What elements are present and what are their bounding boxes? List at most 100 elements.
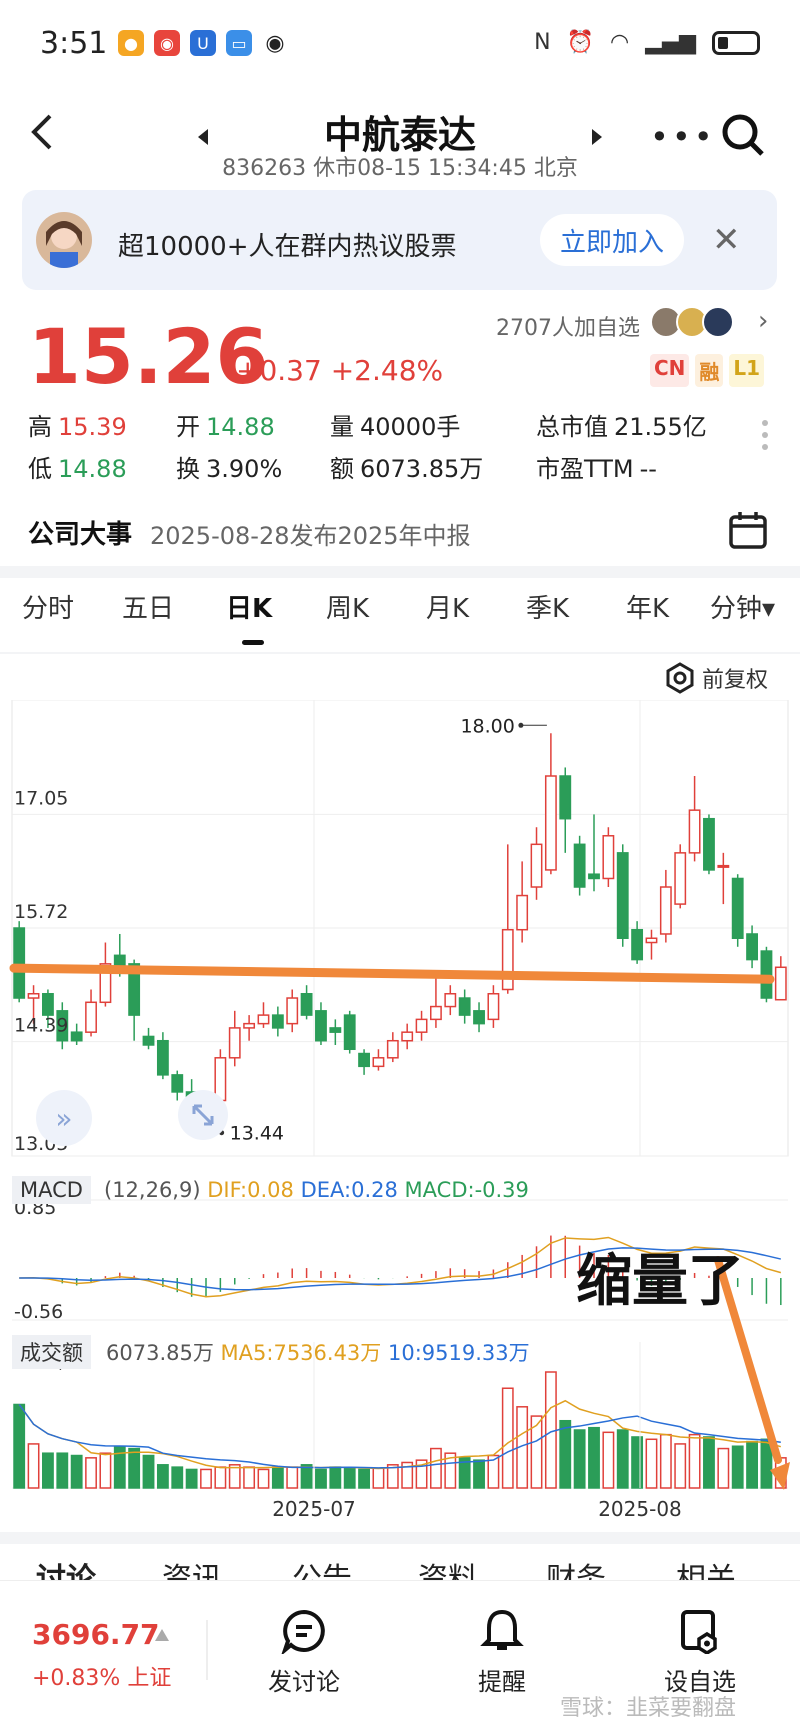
candle — [243, 1022, 256, 1029]
volume-bar — [315, 1468, 327, 1489]
candle — [458, 997, 471, 1016]
annotation-text: 缩量了 — [576, 1249, 744, 1314]
max-marker-dot — [518, 722, 524, 728]
volume-label[interactable]: 成交额 — [12, 1335, 91, 1369]
tab-quarterly-k[interactable]: 季K — [526, 588, 569, 625]
macd-label[interactable]: MACD — [12, 1176, 91, 1204]
watchlist-icon — [681, 1610, 717, 1654]
candle — [286, 997, 299, 1025]
stat-amount: 额 6073.85万 — [330, 455, 484, 483]
calendar-icon[interactable] — [728, 510, 768, 550]
alarm-icon: ⏰ — [566, 30, 595, 55]
tab-yearly-k[interactable]: 年K — [626, 588, 669, 625]
watchers-count[interactable]: 2707人加自选 — [496, 310, 640, 342]
app-u-icon: U — [190, 30, 216, 56]
macd-dea: DEA:0.28 — [300, 1178, 398, 1202]
active-tab-indicator — [242, 640, 264, 645]
candle — [343, 1014, 356, 1051]
volume-bar — [588, 1426, 600, 1489]
tab-discussion[interactable]: 讨论 — [36, 1554, 96, 1580]
status-bar: 3:51 ● ◉ U ▭ ◉ N ⏰ ◠ ▂▄▆ — [0, 0, 800, 90]
next-stock-icon[interactable] — [590, 128, 604, 146]
close-icon[interactable]: ✕ — [712, 220, 741, 260]
volume-bar — [329, 1466, 342, 1489]
gear-icon — [666, 662, 694, 694]
weibo-icon: ◉ — [154, 30, 180, 56]
volume-bar — [142, 1454, 155, 1489]
avatar — [702, 306, 734, 338]
chevron-right-icon[interactable]: › — [758, 306, 768, 336]
volume-bar — [717, 1447, 730, 1489]
tab-related[interactable]: 相关 — [676, 1554, 736, 1580]
alert-button[interactable]: 提醒 — [442, 1608, 562, 1697]
volume-bar — [200, 1468, 212, 1489]
volume-bar — [559, 1419, 572, 1489]
tab-5day[interactable]: 五日 — [122, 588, 174, 625]
candle — [430, 1005, 442, 1021]
join-group-button[interactable]: 立即加入 — [540, 214, 684, 266]
post-discussion-label: 发讨论 — [268, 1668, 340, 1696]
candle — [156, 1039, 169, 1076]
volume-bar — [214, 1466, 227, 1489]
eye-icon: ◉ — [262, 30, 288, 56]
tag-cn: CN — [650, 354, 690, 387]
candle — [516, 894, 529, 931]
tab-minute[interactable]: 分钟▾ — [710, 588, 775, 625]
event-text[interactable]: 2025-08-28发布2025年中报 — [150, 516, 471, 551]
tab-daily-k[interactable]: 日K — [226, 588, 272, 625]
adjust-label: 前复权 — [702, 668, 769, 693]
tab-finance[interactable]: 财务 — [546, 1554, 606, 1580]
candle — [257, 1014, 270, 1025]
volume-bar — [473, 1459, 485, 1489]
volume-bar — [286, 1466, 299, 1489]
chat-bubble-icon — [281, 1609, 325, 1654]
candle — [444, 993, 457, 1008]
candle — [13, 927, 26, 999]
tab-profile[interactable]: 资料 — [418, 1554, 478, 1580]
expand-chart-icon[interactable]: » — [36, 1090, 92, 1146]
macd-tick-label: -0.56 — [14, 1301, 63, 1323]
search-icon[interactable] — [720, 112, 766, 158]
volume-bar — [616, 1429, 629, 1489]
adjust-button[interactable]: 前复权 — [664, 662, 768, 694]
fullscreen-icon[interactable] — [178, 1090, 228, 1140]
volume-bar — [746, 1440, 758, 1489]
more-icon[interactable]: ••• — [650, 118, 716, 156]
annotation-line — [9, 963, 775, 984]
volume-ma5: MA5:7536.43万 — [220, 1341, 382, 1365]
add-watchlist-button[interactable]: 设自选 — [640, 1608, 760, 1697]
tab-news[interactable]: 资讯 — [162, 1554, 222, 1580]
candle — [746, 933, 758, 961]
volume-bar — [13, 1403, 26, 1489]
volume-bar — [645, 1438, 658, 1489]
max-price-label: 18.00 — [460, 715, 514, 737]
candlestick-chart[interactable]: 18.3917.0515.7214.3913.0518.0013.44 0.85… — [0, 700, 800, 1540]
candle — [70, 1031, 83, 1042]
tab-announcements[interactable]: 公告 — [292, 1554, 352, 1580]
expand-stats-icon[interactable] — [762, 420, 770, 456]
stat-turnover: 换 3.90% — [176, 455, 283, 483]
candle — [602, 835, 615, 880]
status-time: 3:51 — [40, 26, 108, 61]
notification-icons: ● ◉ U ▭ ◉ — [118, 30, 288, 56]
y-tick-label: 15.72 — [14, 901, 68, 923]
section-divider — [0, 566, 800, 578]
post-discussion-button[interactable]: 发讨论 — [244, 1608, 364, 1697]
tag-l1: L1 — [729, 354, 765, 387]
index-value[interactable]: 3696.77 — [32, 1618, 160, 1651]
volume-bar — [70, 1454, 83, 1489]
macd-params-text: (12,26,9) — [104, 1178, 201, 1202]
volume-bar — [358, 1468, 370, 1489]
stat-low: 低 14.88 — [28, 455, 127, 483]
candle — [559, 775, 572, 820]
tab-monthly-k[interactable]: 月K — [426, 588, 469, 625]
index-change: +0.83% 上证 — [32, 1666, 172, 1691]
volume-bar — [573, 1429, 586, 1489]
tab-weekly-k[interactable]: 周K — [326, 588, 369, 625]
candle — [487, 993, 500, 1021]
volume-bar — [99, 1452, 112, 1489]
watcher-avatars[interactable] — [650, 306, 734, 338]
candle — [760, 950, 773, 999]
tab-intraday[interactable]: 分时 — [22, 588, 74, 625]
bar-divider — [206, 1620, 208, 1680]
